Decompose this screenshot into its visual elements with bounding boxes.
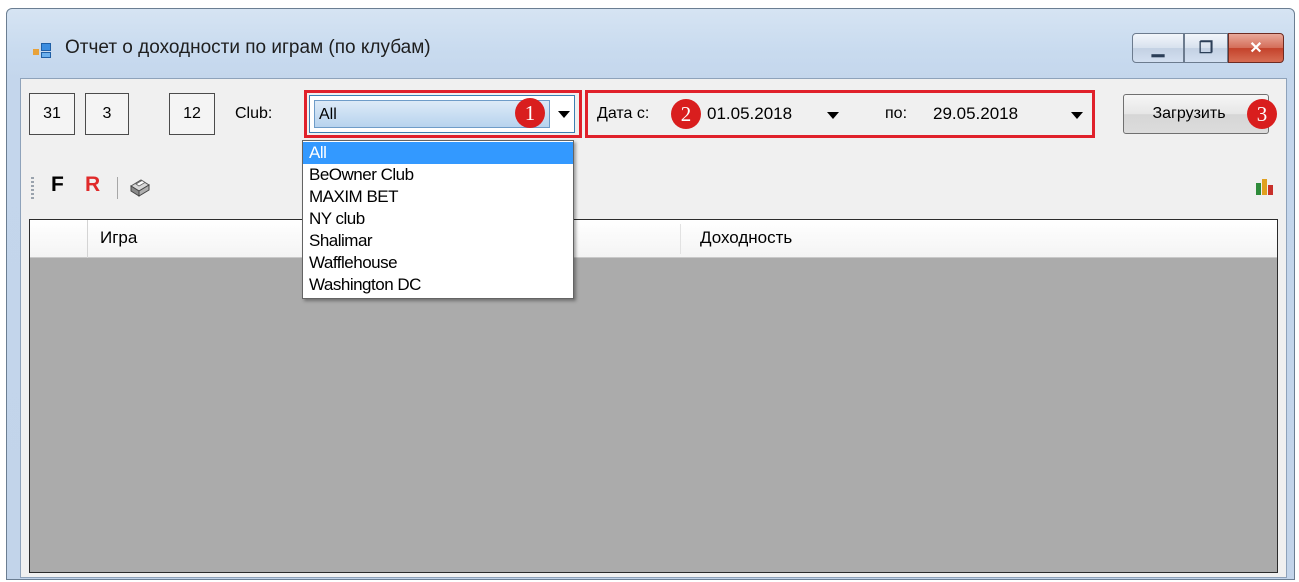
- club-option-ny-club[interactable]: NY club: [303, 208, 573, 230]
- reset-r-button[interactable]: R: [85, 173, 100, 197]
- number-box-31[interactable]: 31: [29, 93, 75, 135]
- window-title: Отчет о доходности по играм (по клубам): [65, 37, 431, 58]
- club-option-beowner[interactable]: BeOwner Club: [303, 164, 573, 186]
- club-option-all[interactable]: All: [303, 142, 573, 164]
- grid-header: Игра Доходность: [30, 220, 1277, 258]
- club-option-maxim-bet[interactable]: MAXIM BET: [303, 186, 573, 208]
- printer-icon[interactable]: [127, 177, 153, 199]
- club-dropdown-list[interactable]: All BeOwner Club MAXIM BET NY club Shali…: [302, 140, 574, 299]
- close-button[interactable]: ✕: [1228, 33, 1284, 63]
- date-from-dropdown-icon[interactable]: [827, 112, 839, 119]
- app-icon: [33, 43, 53, 59]
- filter-f-button[interactable]: F: [51, 173, 64, 197]
- date-from-field[interactable]: 01.05.2018: [707, 99, 792, 129]
- club-option-shalimar[interactable]: Shalimar: [303, 230, 573, 252]
- annotation-badge-1: 1: [515, 98, 545, 128]
- toolbar-grip-icon[interactable]: [31, 177, 34, 201]
- date-to-dropdown-icon[interactable]: [1071, 112, 1083, 119]
- date-to-label: по:: [885, 105, 908, 122]
- column-header-profit[interactable]: Доходность: [700, 228, 792, 248]
- club-label: Club:: [235, 105, 273, 122]
- annotation-badge-2: 2: [671, 99, 701, 129]
- maximize-button[interactable]: ❐: [1184, 33, 1228, 63]
- highlight-box-dates: [585, 90, 1095, 138]
- club-option-washington-dc[interactable]: Washington DC: [303, 274, 573, 296]
- chart-icon[interactable]: [1254, 175, 1276, 197]
- title-bar[interactable]: Отчет о доходности по играм (по клубам) …: [7, 9, 1294, 79]
- club-option-wafflehouse[interactable]: Wafflehouse: [303, 252, 573, 274]
- date-to-field[interactable]: 29.05.2018: [933, 99, 1018, 129]
- toolbar-separator: [117, 177, 118, 199]
- data-grid[interactable]: Игра Доходность: [29, 219, 1278, 573]
- column-header-game[interactable]: Игра: [100, 228, 137, 248]
- toolbar: F R: [21, 167, 1286, 207]
- row-header-corner[interactable]: [30, 220, 88, 258]
- column-divider: [680, 224, 681, 254]
- client-area: 31 3 12 Club: All 1 Дата с: 2 01.05.2018…: [20, 78, 1287, 578]
- caption-buttons: ▁ ❐ ✕: [1132, 33, 1284, 65]
- date-from-label: Дата с:: [597, 105, 650, 122]
- annotation-badge-3: 3: [1247, 99, 1277, 129]
- minimize-button[interactable]: ▁: [1132, 33, 1184, 63]
- number-box-3[interactable]: 3: [85, 93, 129, 135]
- number-box-12[interactable]: 12: [169, 93, 215, 135]
